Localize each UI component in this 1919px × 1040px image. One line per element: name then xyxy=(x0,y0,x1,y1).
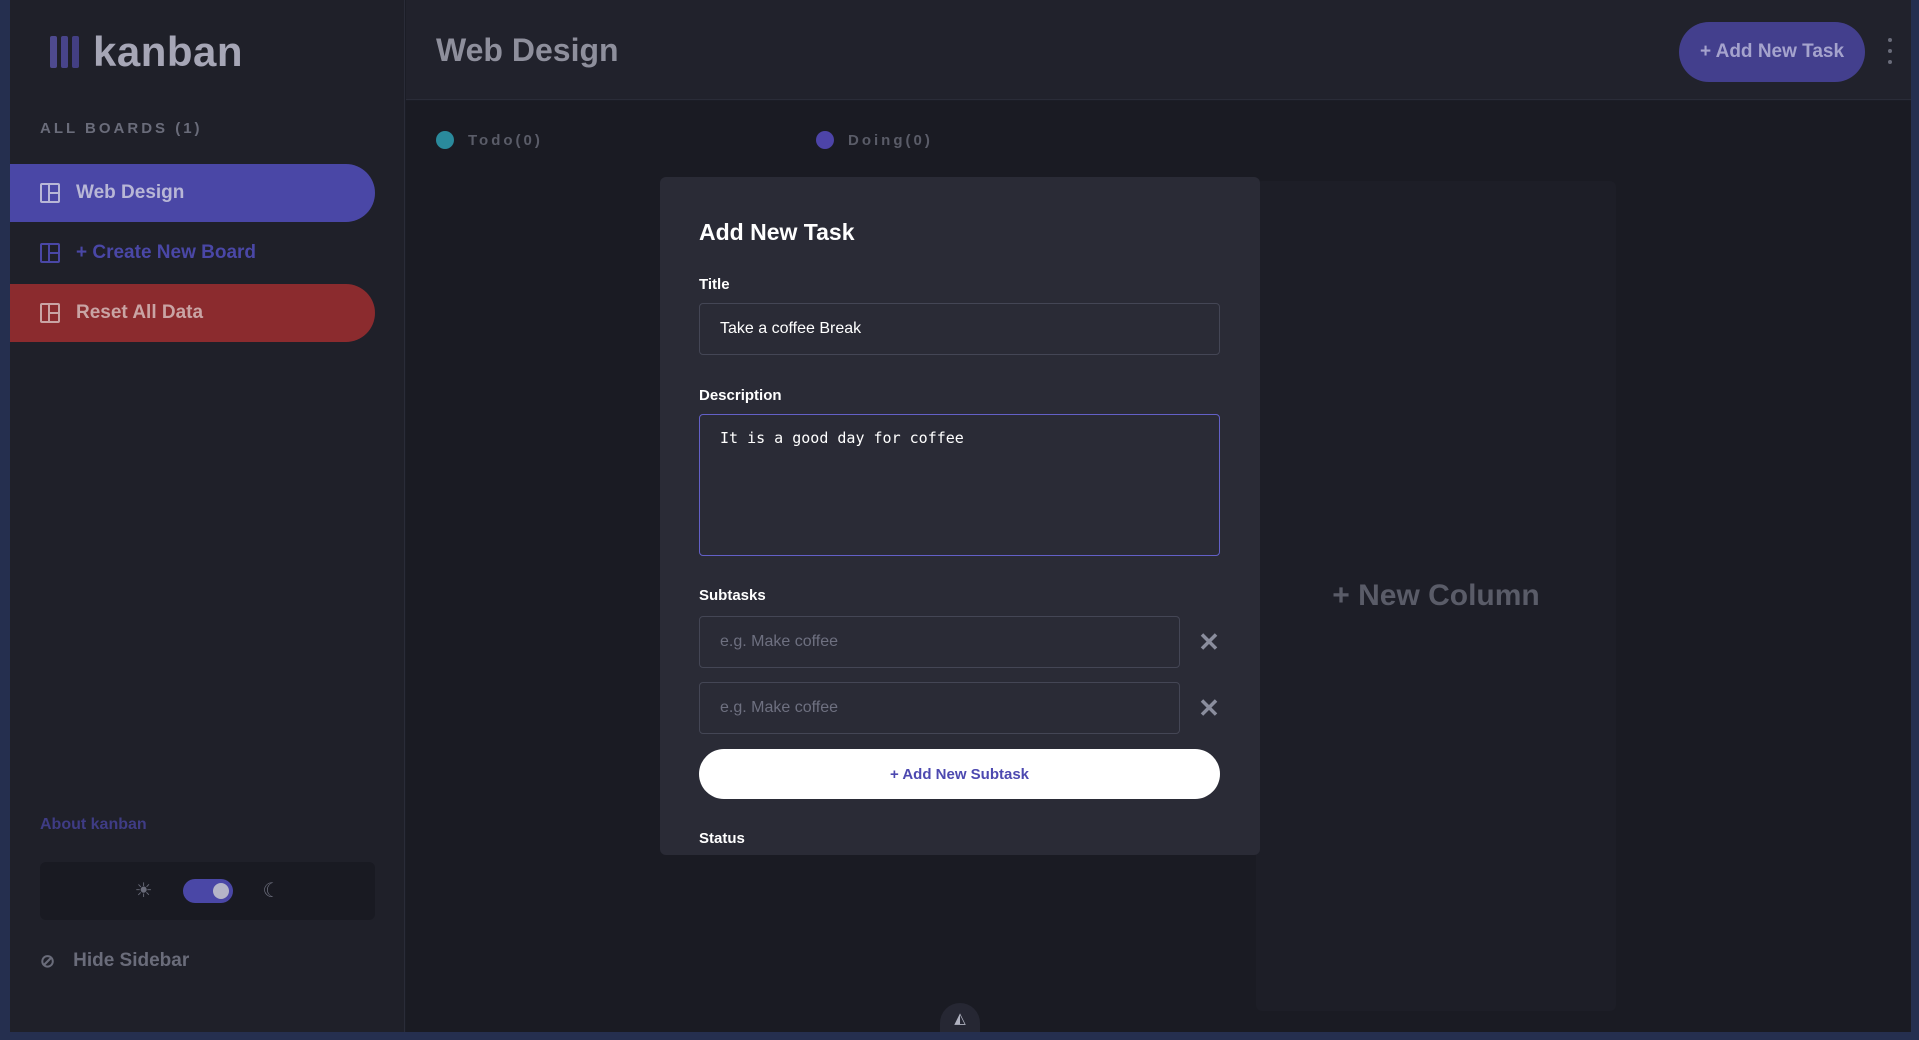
hide-sidebar-button[interactable]: ⊘ Hide Sidebar xyxy=(40,950,189,972)
add-task-button[interactable]: + Add New Task xyxy=(1679,22,1865,82)
board-icon xyxy=(40,183,60,203)
subtasks-label: Subtasks xyxy=(699,587,766,604)
hide-sidebar-label: Hide Sidebar xyxy=(73,950,190,971)
column-label: Todo(0) xyxy=(468,131,543,149)
close-icon[interactable]: ✕ xyxy=(1196,695,1222,721)
logo-text: kanban xyxy=(93,28,244,75)
description-label: Description xyxy=(699,387,782,404)
title-input[interactable] xyxy=(699,303,1220,355)
title-label: Title xyxy=(699,276,730,293)
board-icon xyxy=(40,303,60,323)
boards-heading: ALL BOARDS (1) xyxy=(40,120,203,137)
sidebar-item-label: Web Design xyxy=(76,182,185,203)
new-column-button[interactable]: + New Column xyxy=(1256,181,1616,1011)
window-edge xyxy=(1911,0,1919,1040)
page-title: Web Design xyxy=(436,32,619,68)
sidebar-item-label: Reset All Data xyxy=(76,302,204,323)
sidebar-item-web-design[interactable]: Web Design xyxy=(10,164,375,222)
close-icon[interactable]: ✕ xyxy=(1196,629,1222,655)
subtask-input[interactable] xyxy=(699,616,1180,668)
description-input[interactable]: It is a good day for coffee xyxy=(699,414,1220,556)
more-options-icon[interactable] xyxy=(1883,38,1897,64)
theme-toggle[interactable] xyxy=(182,879,233,903)
add-task-modal: Add New Task Title Description It is a g… xyxy=(660,177,1260,855)
subtask-input[interactable] xyxy=(699,682,1180,734)
status-dot xyxy=(436,131,454,149)
add-subtask-button[interactable]: + Add New Subtask xyxy=(699,749,1220,799)
app-frame: kanban ALL BOARDS (1) Web Design + Creat… xyxy=(0,0,1919,1040)
modal-title: Add New Task xyxy=(699,219,855,245)
column-label: Doing(0) xyxy=(848,131,933,149)
logo-icon xyxy=(50,36,79,68)
header: Web Design + Add New Task xyxy=(406,0,1911,100)
status-label: Status xyxy=(699,830,745,847)
board-icon xyxy=(40,243,60,263)
eye-slash-icon: ⊘ xyxy=(40,950,56,971)
sun-icon: ☀ xyxy=(134,880,153,902)
reset-data-button[interactable]: Reset All Data xyxy=(10,284,375,342)
column-header-doing: Doing(0) xyxy=(816,131,933,149)
sidebar-item-label: + Create New Board xyxy=(76,242,257,263)
create-board-button[interactable]: + Create New Board xyxy=(10,224,375,282)
moon-icon: ☾ xyxy=(262,880,281,902)
logo: kanban xyxy=(50,28,243,76)
column-header-todo: Todo(0) xyxy=(436,131,543,149)
sidebar: kanban ALL BOARDS (1) Web Design + Creat… xyxy=(10,0,405,1032)
status-dot xyxy=(816,131,834,149)
theme-toggle-panel: ☀ ☾ xyxy=(40,862,375,920)
about-link[interactable]: About kanban xyxy=(40,816,147,834)
